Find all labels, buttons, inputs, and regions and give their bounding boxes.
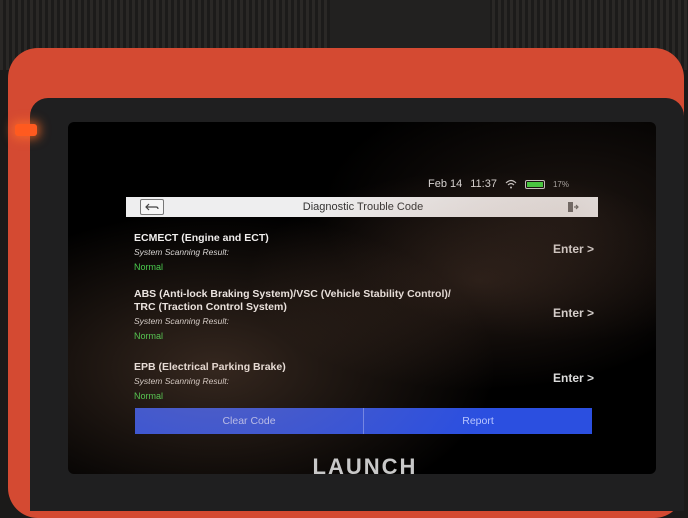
system-name-continued: TRC (Traction Control System) (134, 301, 287, 313)
report-button[interactable]: Report (364, 408, 592, 434)
exit-button[interactable] (562, 200, 584, 214)
back-button[interactable] (140, 199, 164, 215)
system-name: ECMECT (Engine and ECT) (134, 232, 269, 244)
scan-result-value: Normal (134, 262, 164, 272)
system-row-epb: EPB (Electrical Parking Brake) System Sc… (134, 361, 604, 401)
enter-button-epb[interactable]: Enter > (553, 371, 594, 385)
status-bar: Feb 14 11:37 17% (428, 176, 569, 192)
status-date: Feb 14 (428, 178, 463, 190)
exit-icon (568, 202, 579, 212)
launch-logo: LAUNCH (312, 454, 418, 479)
scan-result-value: Normal (134, 331, 164, 341)
system-row-abs: ABS (Anti-lock Braking System)/VSC (Vehi… (134, 288, 604, 341)
device-screen: Feb 14 11:37 17% Diagnostic Trouble Code… (68, 122, 656, 474)
power-led-icon (15, 124, 37, 136)
battery-fill (526, 181, 543, 187)
back-arrow-icon (145, 203, 159, 210)
enter-button-ecmect[interactable]: Enter > (553, 242, 594, 256)
action-bar: Clear Code Report (135, 408, 592, 434)
battery-percent: 17% (552, 179, 569, 189)
title-bar: Diagnostic Trouble Code (126, 197, 598, 217)
status-time: 11:37 (470, 178, 497, 190)
page-title: Diagnostic Trouble Code (302, 201, 424, 213)
scan-result-label: System Scanning Result: (134, 316, 229, 326)
enter-button-abs[interactable]: Enter > (553, 306, 594, 320)
scan-result-label: System Scanning Result: (134, 376, 229, 386)
scan-result-label: System Scanning Result: (134, 247, 229, 257)
system-name: ABS (Anti-lock Braking System)/VSC (Vehi… (134, 288, 451, 300)
clear-code-button[interactable]: Clear Code (135, 408, 363, 434)
scan-result-value: Normal (134, 391, 164, 401)
system-name: EPB (Electrical Parking Brake) (134, 361, 286, 373)
system-row-ecmect: ECMECT (Engine and ECT) System Scanning … (134, 232, 604, 272)
battery-icon (524, 179, 545, 189)
wifi-icon (505, 179, 517, 189)
